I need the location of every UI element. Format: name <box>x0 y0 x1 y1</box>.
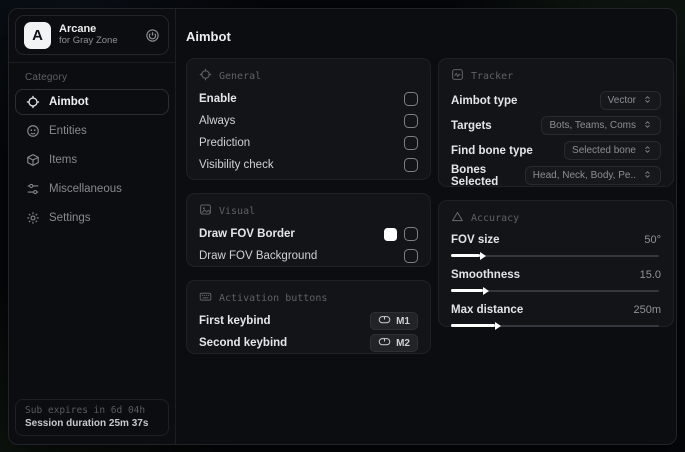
sidebar-item-label: Aimbot <box>49 96 89 108</box>
fov-size-slider[interactable] <box>451 250 661 262</box>
crosshair-icon <box>26 95 40 109</box>
app-window: A Arcane for Gray Zone Category Aimbot E… <box>8 8 677 445</box>
accuracy-card: Accuracy FOV size 50° Smoothness 15.0 Ma… <box>438 200 674 330</box>
logo-card: A Arcane for Gray Zone <box>15 15 169 55</box>
mouse-icon <box>378 335 391 351</box>
sidebar-menu: Aimbot Entities Items Miscellaneous Sett… <box>9 89 175 231</box>
app-title: Arcane <box>59 23 97 36</box>
slider-thumb[interactable] <box>480 251 487 260</box>
sidebar-item-label: Settings <box>49 212 91 224</box>
package-icon <box>26 153 40 167</box>
prediction-checkbox[interactable] <box>404 136 418 150</box>
first-keybind-button[interactable]: M1 <box>370 312 418 330</box>
card-title: General <box>219 70 262 82</box>
sidebar-item-miscellaneous[interactable]: Miscellaneous <box>15 176 169 202</box>
draw-fov-background-checkbox[interactable] <box>404 249 418 263</box>
find-bone-type-label: Find bone type <box>451 144 533 157</box>
sidebar-divider <box>9 62 175 63</box>
card-title: Accuracy <box>471 212 520 224</box>
slider-fill <box>451 289 483 292</box>
sidebar-item-aimbot[interactable]: Aimbot <box>15 89 169 115</box>
chevrons-up-down-icon <box>642 144 653 158</box>
smoothness-slider[interactable] <box>451 285 661 297</box>
find-bone-type-dropdown[interactable]: Selected bone <box>564 141 661 160</box>
dropdown-value: Head, Neck, Body, Pe.. <box>532 170 636 181</box>
always-checkbox[interactable] <box>404 114 418 128</box>
visibility-check-checkbox[interactable] <box>404 158 418 172</box>
keybind-value: M2 <box>396 337 410 349</box>
smoothness-label: Smoothness <box>451 269 521 281</box>
fov-border-color-swatch[interactable] <box>384 227 397 241</box>
card-title: Tracker <box>471 70 514 82</box>
sidebar-item-items[interactable]: Items <box>15 147 169 173</box>
sidebar-item-label: Entities <box>49 125 87 137</box>
dropdown-value: Bots, Teams, Coms <box>549 120 636 131</box>
activity-icon <box>451 68 464 84</box>
max-distance-label: Max distance <box>451 304 524 316</box>
main-content: Aimbot General Enable Always Prediction … <box>176 9 676 444</box>
subscription-info-card: Sub expires in 6d 04h Session duration 2… <box>15 399 169 436</box>
aimbot-type-label: Aimbot type <box>451 94 518 107</box>
category-label: Category <box>25 72 68 83</box>
bones-selected-label: Bones Selected <box>451 163 499 188</box>
dropdown-value: Vector <box>607 95 636 106</box>
draw-fov-border-checkbox[interactable] <box>404 227 418 241</box>
sub-expires-text: Sub expires in 6d 04h <box>25 405 146 416</box>
fov-size-label: FOV size <box>451 234 500 246</box>
mouse-icon <box>378 313 391 329</box>
crosshair-icon <box>199 68 212 84</box>
bones-selected-dropdown[interactable]: Head, Neck, Body, Pe.. <box>524 166 661 185</box>
triangle-icon <box>451 210 464 226</box>
max-distance-value: 250m <box>633 304 661 316</box>
sliders-icon <box>26 182 40 196</box>
second-keybind-button[interactable]: M2 <box>370 334 418 352</box>
chevrons-up-down-icon <box>642 94 653 108</box>
keyboard-icon <box>199 290 212 306</box>
general-card: General Enable Always Prediction Visibil… <box>186 58 431 180</box>
sidebar-item-label: Miscellaneous <box>49 183 122 195</box>
keybind-value: M1 <box>396 315 410 327</box>
visual-card: Visual Draw FOV Border Draw FOV Backgrou… <box>186 193 431 267</box>
activation-buttons-card: Activation buttons First keybind M1 Seco… <box>186 280 431 354</box>
entities-icon <box>26 124 40 138</box>
fov-size-value: 50° <box>644 234 661 246</box>
sidebar-item-label: Items <box>49 154 78 166</box>
sidebar-item-settings[interactable]: Settings <box>15 205 169 231</box>
app-subtitle: for Gray Zone <box>59 34 118 46</box>
prediction-label: Prediction <box>199 137 251 149</box>
chevrons-up-down-icon <box>642 119 653 133</box>
second-keybind-label: Second keybind <box>199 337 288 349</box>
tracker-card: Tracker Aimbot type Vector Targets Bots,… <box>438 58 674 188</box>
targets-dropdown[interactable]: Bots, Teams, Coms <box>541 116 661 135</box>
sidebar: A Arcane for Gray Zone Category Aimbot E… <box>9 9 176 444</box>
sidebar-item-entities[interactable]: Entities <box>15 118 169 144</box>
card-title: Activation buttons <box>219 292 328 304</box>
app-logo: A <box>24 21 51 49</box>
smoothness-value: 15.0 <box>639 269 661 281</box>
chevrons-up-down-icon <box>642 169 653 183</box>
enable-checkbox[interactable] <box>404 92 418 106</box>
always-label: Always <box>199 115 236 127</box>
max-distance-slider[interactable] <box>451 320 661 332</box>
page-title: Aimbot <box>186 29 231 44</box>
visibility-check-label: Visibility check <box>199 159 274 171</box>
card-title: Visual <box>219 205 256 217</box>
targets-label: Targets <box>451 119 492 132</box>
power-icon[interactable] <box>145 28 160 43</box>
slider-fill <box>451 324 496 327</box>
first-keybind-label: First keybind <box>199 315 271 327</box>
dropdown-value: Selected bone <box>572 145 636 156</box>
draw-fov-border-label: Draw FOV Border <box>199 228 295 240</box>
draw-fov-background-label: Draw FOV Background <box>199 250 318 262</box>
enable-label: Enable <box>199 93 237 105</box>
gear-icon <box>26 211 40 225</box>
aimbot-type-dropdown[interactable]: Vector <box>599 91 661 110</box>
image-icon <box>199 203 212 219</box>
slider-thumb[interactable] <box>482 286 489 295</box>
slider-fill <box>451 254 481 257</box>
session-duration-text: Session duration 25m 37s <box>25 418 149 429</box>
slider-thumb[interactable] <box>495 321 502 330</box>
